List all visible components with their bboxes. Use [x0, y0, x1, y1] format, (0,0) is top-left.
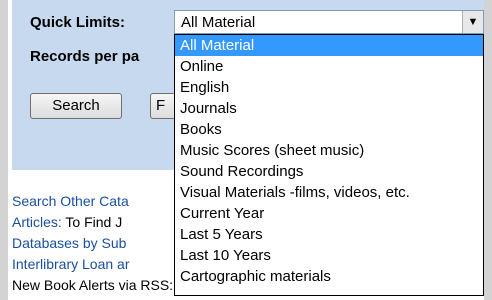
- dropdown-option[interactable]: Last 10 Years: [175, 245, 483, 266]
- select-value: All Material: [181, 14, 256, 31]
- link-databases-by-subject[interactable]: Databases by Sub: [12, 235, 126, 251]
- dropdown-option[interactable]: Books: [175, 119, 483, 140]
- left-border: [0, 0, 8, 300]
- right-border: [484, 0, 492, 300]
- quick-limits-label: Quick Limits:: [30, 14, 126, 31]
- chevron-down-icon[interactable]: ▼: [462, 11, 483, 33]
- articles-text: To Find J: [61, 214, 123, 230]
- dropdown-option[interactable]: Online: [175, 56, 483, 77]
- dropdown-option[interactable]: Visual Materials -films, videos, etc.: [175, 182, 483, 203]
- quick-limits-select[interactable]: All Material ▼: [174, 10, 484, 34]
- search-button[interactable]: Search: [30, 93, 122, 119]
- quick-limits-dropdown: All Material Online English Journals Books Mu…: [174, 34, 484, 296]
- dropdown-option[interactable]: Cartographic materials: [175, 266, 483, 287]
- link-articles[interactable]: Articles:: [12, 214, 62, 230]
- dropdown-option[interactable]: Current Year: [175, 203, 483, 224]
- link-search-other-catalogs[interactable]: Search Other Cata: [12, 193, 129, 209]
- dropdown-option[interactable]: Journals: [175, 98, 483, 119]
- dropdown-option[interactable]: Music Scores (sheet music): [175, 140, 483, 161]
- dropdown-option[interactable]: All Material: [175, 35, 483, 56]
- dropdown-option[interactable]: English: [175, 77, 483, 98]
- link-interlibrary-loan[interactable]: Interlibrary Loan ar: [12, 256, 130, 272]
- dropdown-option[interactable]: Last 5 Years: [175, 224, 483, 245]
- dropdown-option[interactable]: Sound Recordings: [175, 161, 483, 182]
- page: Quick Limits: Records per pa Search F Al…: [0, 0, 492, 300]
- records-per-page-label: Records per pa: [30, 48, 140, 65]
